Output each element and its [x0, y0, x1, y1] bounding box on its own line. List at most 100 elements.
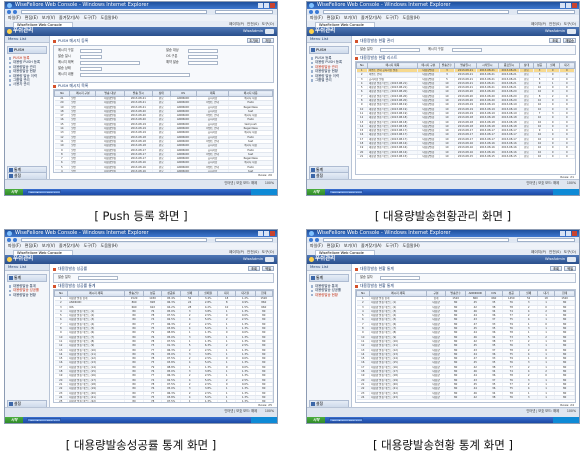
- window-controls[interactable]: [258, 231, 275, 236]
- logout-button[interactable]: [567, 257, 576, 262]
- browser-search-field[interactable]: [517, 238, 575, 242]
- maximize-icon[interactable]: [566, 231, 571, 236]
- sidebar-section[interactable]: PUSH: [309, 46, 349, 54]
- page-buttons: 조회 재발송: [549, 38, 576, 43]
- save-button[interactable]: 저장: [262, 38, 274, 43]
- sidebar-item[interactable]: 그룹별 관리: [307, 78, 351, 82]
- excel-button[interactable]: 엑셀: [564, 266, 576, 271]
- maximize-icon[interactable]: [264, 3, 269, 8]
- forward-icon[interactable]: [315, 10, 319, 14]
- browser-search-field[interactable]: [215, 10, 273, 14]
- back-icon[interactable]: [309, 10, 313, 14]
- close-icon[interactable]: [270, 231, 275, 236]
- search-button[interactable]: 조회: [248, 266, 260, 271]
- success-rate-grid: No 메시지 제목 발송건수 성공 성공률 실패 실패율 대기 대기율 합계 1 대용량 발송 합계…: [53, 289, 274, 403]
- send-date-field[interactable]: [78, 275, 118, 280]
- logout-button[interactable]: [567, 29, 576, 34]
- start-button[interactable]: 시작: [307, 189, 325, 195]
- page-title-text: 대용량발송 현황 관리: [360, 38, 394, 43]
- table-cell: 1: [180, 399, 199, 402]
- app-title: 푸쉬관리: [315, 28, 336, 34]
- maximize-icon[interactable]: [566, 3, 571, 8]
- url-field[interactable]: [21, 238, 207, 242]
- window-controls[interactable]: [258, 3, 275, 8]
- taskbar: 시작 WiseFeliore Web Console: [5, 417, 277, 423]
- taskbar-item[interactable]: WiseFeliore Web Console: [27, 190, 61, 194]
- sidebar-item-label: 대용량 PUSH 등록: [315, 60, 342, 65]
- message-title-field[interactable]: [80, 60, 140, 65]
- taskbar-item[interactable]: WiseFeliore Web Console: [27, 418, 61, 422]
- reserve-select[interactable]: [188, 60, 218, 65]
- resend-button[interactable]: 재발송: [563, 38, 576, 43]
- zoom-level[interactable]: 100%: [567, 409, 576, 413]
- back-icon[interactable]: [309, 238, 313, 242]
- sidebar-item[interactable]: 대용량발송 현황: [5, 293, 49, 297]
- search-button[interactable]: 조회: [549, 38, 562, 43]
- table-row[interactable]: 25 대용량 발송 테스트 (22) 80 78 97.5% 1 1.3% 1 1.3% 80: [54, 399, 273, 402]
- sidebar-section[interactable]: 통계: [309, 274, 349, 282]
- forward-icon[interactable]: [13, 10, 17, 14]
- page-icon: [311, 66, 314, 69]
- sidebar-item[interactable]: 대용량발송 현황: [307, 293, 351, 297]
- app-header: 푸쉬관리 WiseAdmin: [307, 255, 579, 264]
- logout-button[interactable]: [265, 257, 274, 262]
- browser-icon: [7, 3, 12, 8]
- back-icon[interactable]: [7, 10, 11, 14]
- sidebar-section[interactable]: 통계: [7, 274, 47, 282]
- send-date-field[interactable]: [380, 47, 420, 52]
- browser-search-field[interactable]: [517, 10, 575, 14]
- search-button[interactable]: 조회: [550, 266, 562, 271]
- back-icon[interactable]: [7, 238, 11, 242]
- page-icon: [311, 61, 314, 64]
- url-field[interactable]: [323, 10, 509, 14]
- excel-button[interactable]: 엑셀: [262, 266, 274, 271]
- table-row[interactable]: 21 대용량 발송 테스트 (2013.08.15) 대용량발송 10 2013-08-…: [356, 154, 575, 160]
- url-field[interactable]: [21, 10, 207, 14]
- close-icon[interactable]: [572, 231, 577, 236]
- forward-icon[interactable]: [13, 238, 17, 242]
- send-date-field[interactable]: [80, 54, 102, 59]
- target-select[interactable]: [188, 48, 218, 53]
- close-icon[interactable]: [572, 3, 577, 8]
- zoom-level[interactable]: 100%: [265, 409, 274, 413]
- sidebar-item[interactable]: 사용자 관리: [5, 82, 49, 86]
- zoom-level[interactable]: 100%: [567, 181, 576, 185]
- page-title: 대용량발송 성공률: [53, 266, 87, 271]
- url-field[interactable]: [323, 238, 509, 242]
- window-controls[interactable]: [560, 3, 577, 8]
- browser-search-field[interactable]: [215, 238, 273, 242]
- start-button[interactable]: 시작: [5, 417, 23, 423]
- forward-icon[interactable]: [315, 238, 319, 242]
- folder-icon: [9, 402, 13, 406]
- start-button[interactable]: 시작: [5, 189, 23, 195]
- zoom-level[interactable]: 100%: [265, 181, 274, 185]
- taskbar-item[interactable]: WiseFeliore Web Console: [329, 190, 363, 194]
- table-row[interactable]: 24 대용량 발송 테스트 (23) 대용량 80 42 38 76 3 1 80: [356, 395, 575, 401]
- table-cell: 38: [485, 395, 504, 401]
- screenshot-bulk-send-stats: WiseFeliore Web Console - Windows Intern…: [306, 229, 580, 424]
- taskbar-item[interactable]: WiseFeliore Web Console: [329, 418, 363, 422]
- start-button[interactable]: 시작: [307, 417, 325, 423]
- minimize-icon[interactable]: [560, 231, 565, 236]
- os-select[interactable]: [188, 54, 218, 59]
- reset-button[interactable]: 초기화: [247, 38, 260, 43]
- message-type-select[interactable]: [452, 47, 482, 52]
- minimize-icon[interactable]: [258, 231, 263, 236]
- sidebar-section[interactable]: PUSH: [7, 46, 47, 54]
- status-select[interactable]: [80, 66, 102, 71]
- app-header: 푸쉬관리 WiseAdmin: [307, 27, 579, 36]
- window-controls[interactable]: [560, 231, 577, 236]
- table-row[interactable]: 4 일반 대용량발송 2013-08-16 완료 ANDROID 공지사항 test: [54, 169, 273, 172]
- table-cell: 2013-08-16: [476, 150, 499, 155]
- maximize-icon[interactable]: [264, 231, 269, 236]
- minimize-icon[interactable]: [258, 3, 263, 8]
- message-type-select[interactable]: [80, 48, 102, 53]
- send-date-field[interactable]: [380, 275, 420, 280]
- minimize-icon[interactable]: [560, 3, 565, 8]
- close-icon[interactable]: [270, 3, 275, 8]
- message-body-field[interactable]: [80, 72, 190, 77]
- page-icon: [311, 70, 314, 73]
- logout-button[interactable]: [265, 29, 274, 34]
- sidebar-item-label: PUSH 등록: [13, 56, 30, 60]
- window-title: WiseFeliore Web Console - Windows Intern…: [15, 230, 149, 236]
